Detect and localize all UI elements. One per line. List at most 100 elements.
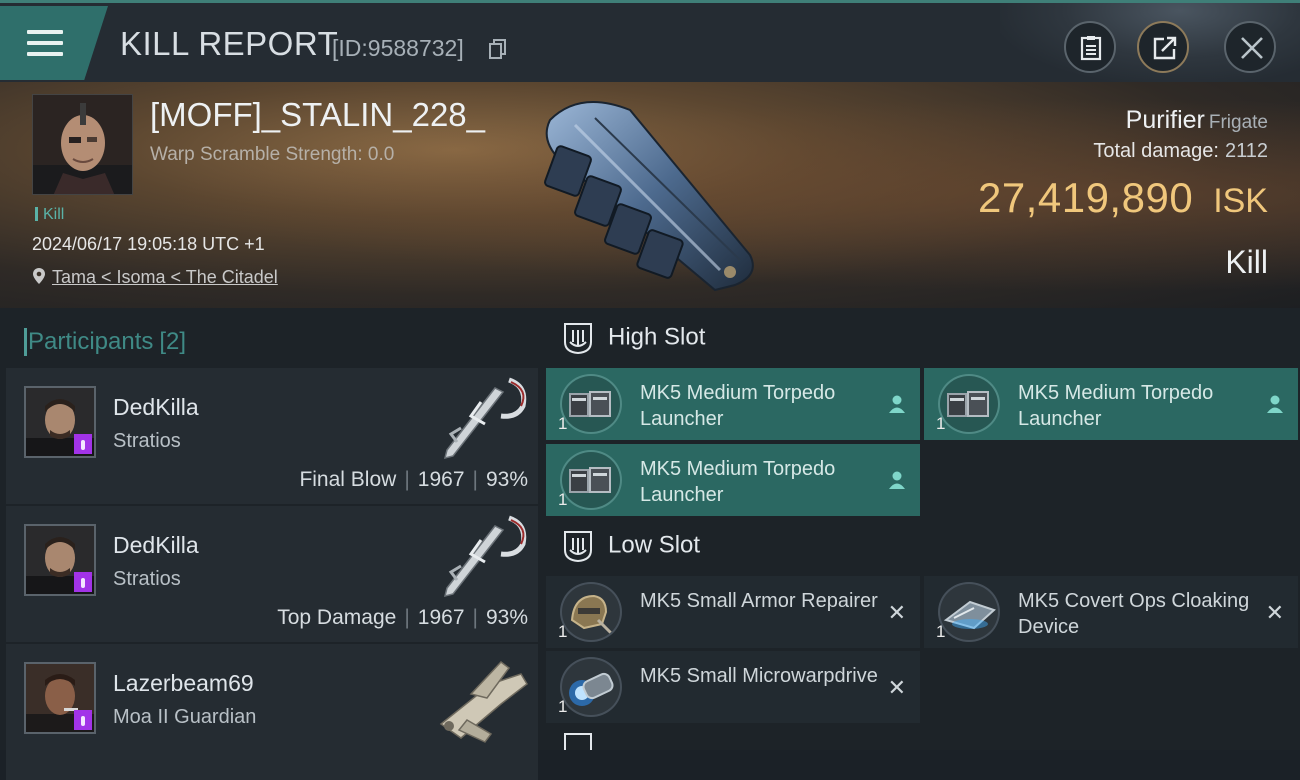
close-icon [1241,37,1263,59]
module-name: MK5 Covert Ops Cloaking Device [1018,590,1250,638]
high-slot-header: High Slot [562,322,705,354]
participant-row[interactable]: DedKilla Stratios Top Damage | 1967 | 93% [6,506,538,642]
participant-ship: Stratios [113,568,181,590]
kill-result: Kill [1225,244,1268,280]
total-damage-label: Total damage: [1093,140,1219,162]
participant-name[interactable]: DedKilla [113,394,199,421]
pilot-icon [889,395,905,413]
stats-separator: | [404,468,410,491]
isk-value: 27,419,890 [977,174,1194,221]
next-slot-header [562,732,608,750]
kill-summary-banner: [MOFF]_STALIN_228_ Warp Scramble Strengt… [0,82,1300,308]
victim-name[interactable]: [MOFF]_STALIN_228_ [150,96,485,134]
participant-percent: 93% [485,468,528,491]
copy-icon[interactable] [489,39,507,59]
close-button[interactable] [1224,21,1276,73]
report-id: [ID:9588732] [332,35,464,61]
menu-button[interactable] [0,6,108,80]
stats-separator: | [404,606,410,629]
location-pin-icon [33,268,45,284]
participant-avatar[interactable] [24,386,96,458]
module-name: MK5 Medium Torpedo Launcher [1018,382,1214,430]
participant-ship: Moa II Guardian [113,706,257,728]
module-item[interactable]: 1 MK5 Small Armor Repairer ✕ [546,576,920,648]
module-quantity: 1 [936,414,946,433]
warp-scramble-strength: Warp Scramble Strength: 0.0 [150,144,395,165]
ship-category: Frigate [1208,112,1268,133]
isk-loss: 27,419,890 ISK [978,174,1268,222]
participant-percent: 93% [485,606,528,629]
total-damage: Total damage: 2112 [1093,140,1268,163]
module-quantity: 1 [558,697,568,716]
module-name: MK5 Medium Torpedo Launcher [640,382,836,430]
victim-portrait[interactable] [32,94,133,195]
destroyed-icon: ✕ [887,600,906,625]
participant-stats: Final Blow | 1967 | 93% [299,468,528,492]
module-item[interactable]: 1 MK5 Medium Torpedo Launcher [924,368,1298,440]
participant-ship-image[interactable] [431,510,531,602]
microwarpdrive-icon [560,657,622,717]
participants-panel: Participants [2] DedKilla Stratios Final … [0,308,540,780]
clipboard-button[interactable] [1064,21,1116,73]
corp-badge-icon [74,572,92,592]
slot-icon [564,531,592,562]
module-name: MK5 Medium Torpedo Launcher [640,458,836,506]
pilot-icon [889,471,905,489]
participant-name[interactable]: Lazerbeam69 [113,670,254,697]
module-quantity: 1 [558,622,568,641]
share-icon [1153,36,1177,60]
module-quantity: 1 [936,622,946,641]
stats-separator: | [472,606,478,629]
destroyed-icon: ✕ [887,675,906,700]
kill-location[interactable]: Tama < Isoma < The Citadel [32,267,278,288]
participant-name[interactable]: DedKilla [113,532,199,559]
slot-icon [564,733,592,750]
pilot-icon [1267,395,1283,413]
ship-name[interactable]: Purifier [1126,106,1205,134]
victim-ship-class: Purifier Frigate [1126,106,1268,135]
fitting-panel: High Slot 1 MK5 Medium Torpedo Launcher … [540,308,1300,750]
armor-repairer-icon [560,582,622,642]
location-link[interactable]: Tama < Isoma < The Citadel [52,267,278,287]
module-item[interactable]: 1 MK5 Small Microwarpdrive ✕ [546,651,920,723]
torpedo-launcher-icon [938,374,1000,434]
module-item[interactable]: 1 MK5 Covert Ops Cloaking Device ✕ [924,576,1298,648]
participant-ship-image[interactable] [431,654,531,746]
low-slot-label: Low Slot [608,531,701,559]
module-quantity: 1 [558,414,568,433]
total-damage-value: 2112 [1224,140,1268,162]
participant-role: Top Damage [277,606,397,629]
participants-title: Participants [28,328,154,355]
clipboard-icon [1080,36,1102,61]
participant-damage: 1967 [417,468,465,491]
module-item[interactable]: 1 MK5 Medium Torpedo Launcher [546,368,920,440]
corp-badge-icon [74,710,92,730]
high-slot-label: High Slot [608,323,706,351]
page-title: KILL REPORT [120,25,339,62]
participant-ship: Stratios [113,430,181,452]
participant-avatar[interactable] [24,662,96,734]
kill-tag: Kill [35,206,64,224]
module-quantity: 1 [558,490,568,509]
menu-icon [27,28,63,58]
low-slot-header: Low Slot [562,530,700,562]
stats-separator: | [472,468,478,491]
participant-row[interactable]: DedKilla Stratios Final Blow | 1967 | 93% [6,368,538,504]
top-bar: KILL REPORT [ID:9588732] [0,0,1300,83]
torpedo-launcher-icon [560,374,622,434]
participant-row[interactable]: Lazerbeam69 Moa II Guardian [6,644,538,780]
torpedo-launcher-icon [560,450,622,510]
corp-badge-icon [74,434,92,454]
victim-ship-image[interactable] [520,90,770,300]
destroyed-icon: ✕ [1265,600,1284,625]
slot-icon [564,323,592,354]
participant-role: Final Blow [299,468,397,491]
module-item[interactable]: 1 MK5 Medium Torpedo Launcher [546,444,920,516]
participant-avatar[interactable] [24,524,96,596]
participant-stats: Top Damage | 1967 | 93% [277,606,528,630]
participant-ship-image[interactable] [431,372,531,464]
kill-datetime: 2024/06/17 19:05:18 UTC +1 [32,234,265,254]
share-button[interactable] [1137,21,1189,73]
cloaking-device-icon [938,582,1000,642]
module-name: MK5 Small Microwarpdrive [640,665,878,687]
